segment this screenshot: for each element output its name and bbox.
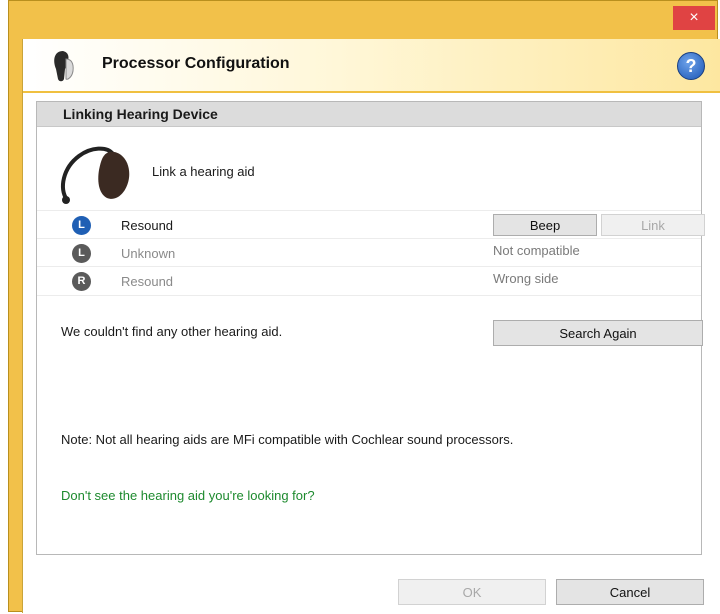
ok-button[interactable]: OK bbox=[398, 579, 546, 605]
close-icon: × bbox=[689, 9, 699, 26]
link-hearing-aid-row: Link a hearing aid bbox=[37, 126, 701, 210]
search-again-button[interactable]: Search Again bbox=[493, 320, 703, 346]
beep-button[interactable]: Beep bbox=[493, 214, 597, 236]
help-icon[interactable]: ? bbox=[677, 52, 705, 80]
dialog-client-area: Processor Configuration ? Linking Hearin… bbox=[22, 39, 720, 613]
device-name: Resound bbox=[121, 218, 174, 233]
cancel-button[interactable]: Cancel bbox=[556, 579, 704, 605]
device-status: Wrong side bbox=[493, 271, 559, 286]
dialog-title: Processor Configuration bbox=[102, 55, 290, 72]
link-hearing-aid-label: Link a hearing aid bbox=[152, 164, 255, 179]
left-side-badge: L bbox=[72, 216, 91, 235]
no-other-aid-message: We couldn't find any other hearing aid. bbox=[61, 324, 283, 339]
compatibility-note: Note: Not all hearing aids are MFi compa… bbox=[61, 432, 514, 447]
right-side-badge: R bbox=[72, 272, 91, 291]
device-name: Resound bbox=[121, 274, 174, 289]
hearing-aid-app-icon bbox=[54, 51, 74, 82]
device-row-right-resound: R Resound Wrong side bbox=[37, 266, 701, 296]
dialog-header: Processor Configuration ? bbox=[23, 39, 720, 93]
device-name: Unknown bbox=[121, 246, 176, 261]
dialog-window: × Processor Configuration ? Linking Hear… bbox=[8, 0, 720, 613]
panel-title: Linking Hearing Device bbox=[37, 102, 701, 127]
linking-panel: Linking Hearing Device Link a hearing ai… bbox=[36, 101, 705, 555]
hearing-aid-icon bbox=[61, 146, 130, 204]
device-row-left-resound[interactable]: L Resound Beep Link bbox=[37, 210, 705, 239]
device-status: Not compatible bbox=[493, 243, 580, 258]
link-button[interactable]: Link bbox=[601, 214, 705, 236]
close-button[interactable]: × bbox=[673, 6, 715, 30]
left-side-badge: L bbox=[72, 244, 91, 263]
device-row-left-unknown: L Unknown Not compatible bbox=[37, 238, 701, 267]
help-link[interactable]: Don't see the hearing aid you're looking… bbox=[61, 488, 315, 503]
